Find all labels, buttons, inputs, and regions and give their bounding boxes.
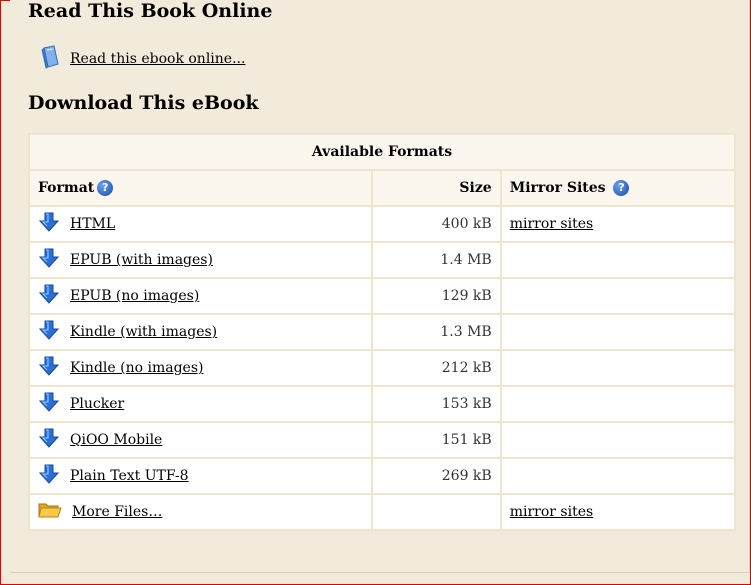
download-arrow-icon[interactable] [38, 319, 60, 345]
table-caption-row: Available Formats [28, 133, 736, 171]
download-arrow-icon[interactable] [38, 211, 60, 237]
format-cell: HTML [28, 205, 373, 243]
table-row: Kindle (no images) 212 kB [28, 349, 737, 387]
mirror-cell [499, 421, 737, 459]
format-cell: EPUB (with images) [28, 241, 373, 279]
mirror-sites-link[interactable]: mirror sites [510, 504, 593, 520]
format-cell: Plain Text UTF-8 [28, 457, 373, 495]
format-link[interactable]: More Files… [72, 504, 162, 520]
download-arrow-icon[interactable] [38, 391, 60, 417]
read-online-link[interactable]: Read this ebook online... [70, 51, 245, 67]
read-online-line: Read this ebook online... [40, 45, 245, 73]
format-help-icon[interactable]: ? [97, 180, 114, 196]
size-cell: 153 kB [370, 385, 502, 423]
format-link[interactable]: EPUB (no images) [70, 288, 199, 304]
format-cell: Kindle (no images) [28, 349, 373, 387]
format-link[interactable]: QiOO Mobile [70, 432, 162, 448]
table-row: Plucker 153 kB [28, 385, 737, 423]
ebook-icon [40, 45, 60, 73]
mirror-cell [499, 457, 737, 495]
table-header-row: Format? Size Mirror Sites ? [28, 169, 737, 207]
mirror-cell [499, 277, 737, 315]
size-cell [370, 493, 502, 531]
format-link[interactable]: Kindle (no images) [70, 360, 203, 376]
mirror-help-icon[interactable]: ? [613, 180, 630, 196]
size-cell: 151 kB [370, 421, 502, 459]
mirror-header-label: Mirror Sites [509, 180, 606, 196]
download-arrow-icon[interactable] [38, 283, 60, 309]
download-arrow-icon[interactable] [38, 463, 60, 489]
format-cell: More Files… [28, 493, 373, 531]
table-row: HTML 400 kB mirror sites [28, 205, 737, 243]
size-cell: 1.4 MB [370, 241, 502, 279]
mirror-column-header: Mirror Sites ? [499, 169, 737, 207]
format-link[interactable]: HTML [70, 216, 115, 232]
table-caption: Available Formats [28, 133, 736, 171]
size-column-header: Size [370, 169, 502, 207]
table-row: QiOO Mobile 151 kB [28, 421, 737, 459]
format-header-label: Format [38, 180, 95, 196]
table-row: Kindle (with images) 1.3 MB [28, 313, 737, 351]
size-cell: 400 kB [370, 205, 502, 243]
format-link[interactable]: Plain Text UTF-8 [70, 468, 189, 484]
format-cell: Plucker [28, 385, 373, 423]
size-cell: 269 kB [370, 457, 502, 495]
table-row: EPUB (no images) 129 kB [28, 277, 737, 315]
format-link[interactable]: Kindle (with images) [70, 324, 217, 340]
mirror-cell [499, 385, 737, 423]
format-cell: EPUB (no images) [28, 277, 373, 315]
table-row: More Files… mirror sites [28, 493, 737, 531]
format-link[interactable]: Plucker [70, 396, 124, 412]
size-cell: 1.3 MB [370, 313, 502, 351]
format-cell: Kindle (with images) [28, 313, 373, 351]
size-cell: 212 kB [370, 349, 502, 387]
folder-icon[interactable] [38, 500, 62, 524]
format-column-header: Format? [28, 169, 373, 207]
mirror-cell [499, 349, 737, 387]
mirror-sites-link[interactable]: mirror sites [510, 216, 593, 232]
formats-table: Available Formats Format? Size Mirror Si… [28, 133, 737, 531]
table-row: Plain Text UTF-8 269 kB [28, 457, 737, 495]
book-page-content: Read This Book Online Read this ebook on… [10, 0, 750, 573]
table-row: EPUB (with images) 1.4 MB [28, 241, 737, 279]
download-arrow-icon[interactable] [38, 355, 60, 381]
mirror-cell: mirror sites [499, 493, 737, 531]
read-online-heading: Read This Book Online [28, 0, 273, 22]
mirror-cell: mirror sites [499, 205, 737, 243]
download-arrow-icon[interactable] [38, 427, 60, 453]
size-cell: 129 kB [370, 277, 502, 315]
format-link[interactable]: EPUB (with images) [70, 252, 213, 268]
format-cell: QiOO Mobile [28, 421, 373, 459]
download-heading: Download This eBook [28, 92, 259, 114]
download-arrow-icon[interactable] [38, 247, 60, 273]
mirror-cell [499, 313, 737, 351]
mirror-cell [499, 241, 737, 279]
